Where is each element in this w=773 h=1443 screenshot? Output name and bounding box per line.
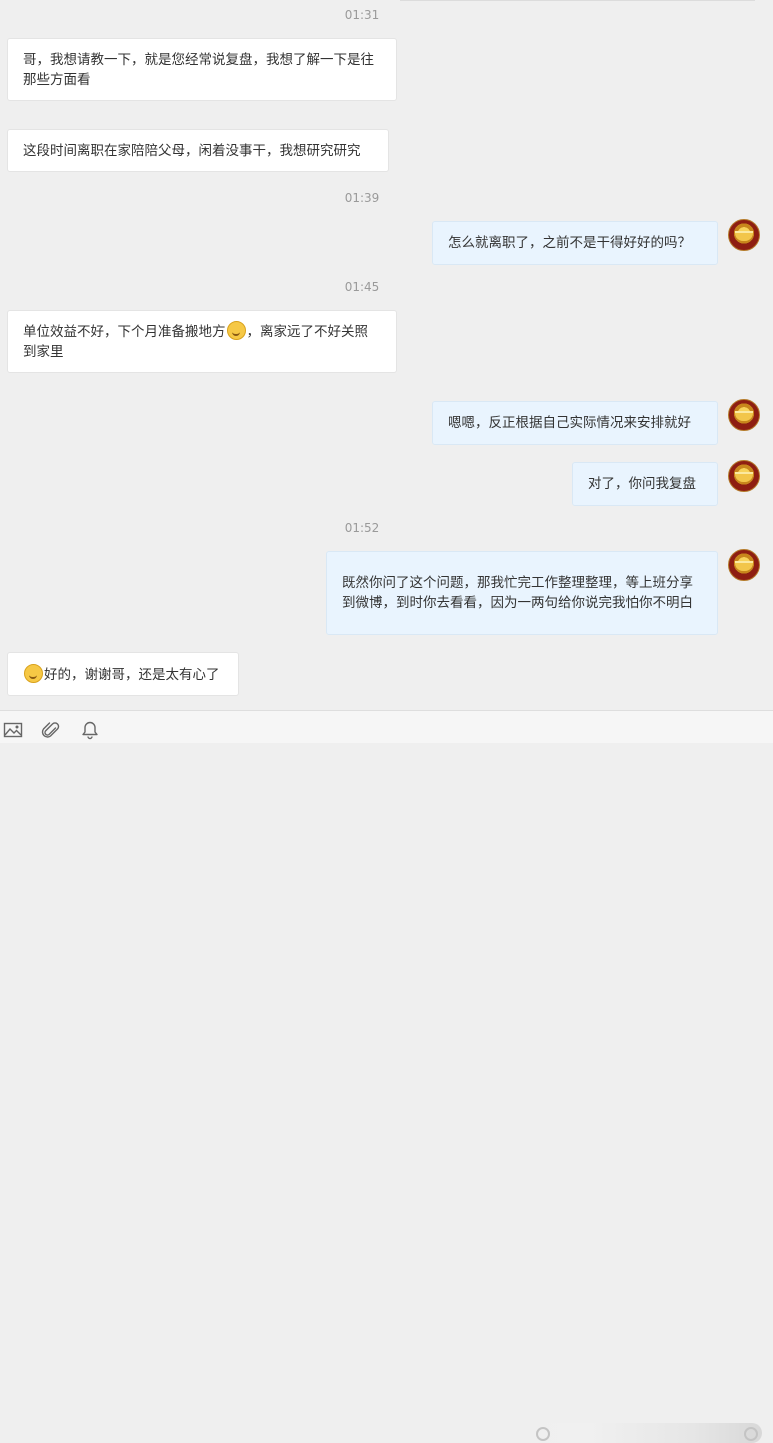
incoming-message[interactable]: 这段时间离职在家陪陪父母，闲着没事干，我想研究研究: [7, 129, 389, 172]
outgoing-message[interactable]: 怎么就离职了，之前不是干得好好的吗？: [432, 221, 718, 265]
timestamp: 01:31: [344, 8, 380, 22]
message-text: 这段时间离职在家陪陪父母，闲着没事干，我想研究研究: [23, 142, 361, 159]
scroll-right-handle[interactable]: [744, 1427, 758, 1441]
message-text: 单位效益不好，下个月准备搬地方 ，离家远了不好关照到家里: [23, 321, 381, 362]
message-text: 嗯嗯，反正根据自己实际情况来安排就好: [448, 415, 691, 431]
user-avatar[interactable]: [728, 460, 760, 492]
message-text-part: 单位效益不好，下个月准备搬地方: [23, 324, 226, 340]
message-text: 怎么就离职了，之前不是干得好好的吗？: [448, 235, 691, 251]
incoming-message[interactable]: 哥，我想请教一下，就是您经常说复盘，我想了解一下是往那些方面看: [7, 38, 397, 101]
timestamp: 01:45: [344, 280, 380, 294]
user-avatar[interactable]: [728, 219, 760, 251]
incoming-message[interactable]: 好的，谢谢哥，还是太有心了: [7, 652, 239, 696]
sweat-smile-emoji: [226, 321, 246, 340]
message-text-part: 好的，谢谢哥，还是太有心了: [44, 666, 220, 683]
incoming-message[interactable]: 单位效益不好，下个月准备搬地方 ，离家远了不好关照到家里: [7, 310, 397, 373]
scroll-left-handle[interactable]: [536, 1427, 550, 1441]
input-toolbar: [0, 710, 773, 1443]
outgoing-message[interactable]: 嗯嗯，反正根据自己实际情况来安排就好: [432, 401, 718, 445]
divider: [400, 0, 755, 1]
outgoing-message[interactable]: 对了，你问我复盘: [572, 462, 718, 506]
timestamp: 01:52: [344, 521, 380, 535]
message-text: 既然你问了这个问题，那我忙完工作整理整理，等上班分享到微博，到时你去看看，因为一…: [342, 575, 693, 611]
grin-emoji: [24, 663, 43, 683]
user-avatar[interactable]: [728, 549, 760, 581]
user-avatar[interactable]: [728, 399, 760, 431]
message-text: 好的，谢谢哥，还是太有心了: [23, 663, 220, 685]
bell-icon[interactable]: [80, 720, 100, 740]
outgoing-message[interactable]: 既然你问了这个问题，那我忙完工作整理整理，等上班分享到微博，到时你去看看，因为一…: [326, 551, 718, 635]
image-icon[interactable]: [3, 720, 23, 740]
timestamp: 01:39: [344, 191, 380, 205]
horizontal-scrollbar[interactable]: [530, 1423, 762, 1443]
attachment-icon[interactable]: [41, 720, 61, 740]
chat-area[interactable]: 01:31 哥，我想请教一下，就是您经常说复盘，我想了解一下是往那些方面看 这段…: [0, 0, 773, 710]
message-text: 哥，我想请教一下，就是您经常说复盘，我想了解一下是往那些方面看: [23, 51, 374, 88]
message-text: 对了，你问我复盘: [588, 476, 696, 492]
